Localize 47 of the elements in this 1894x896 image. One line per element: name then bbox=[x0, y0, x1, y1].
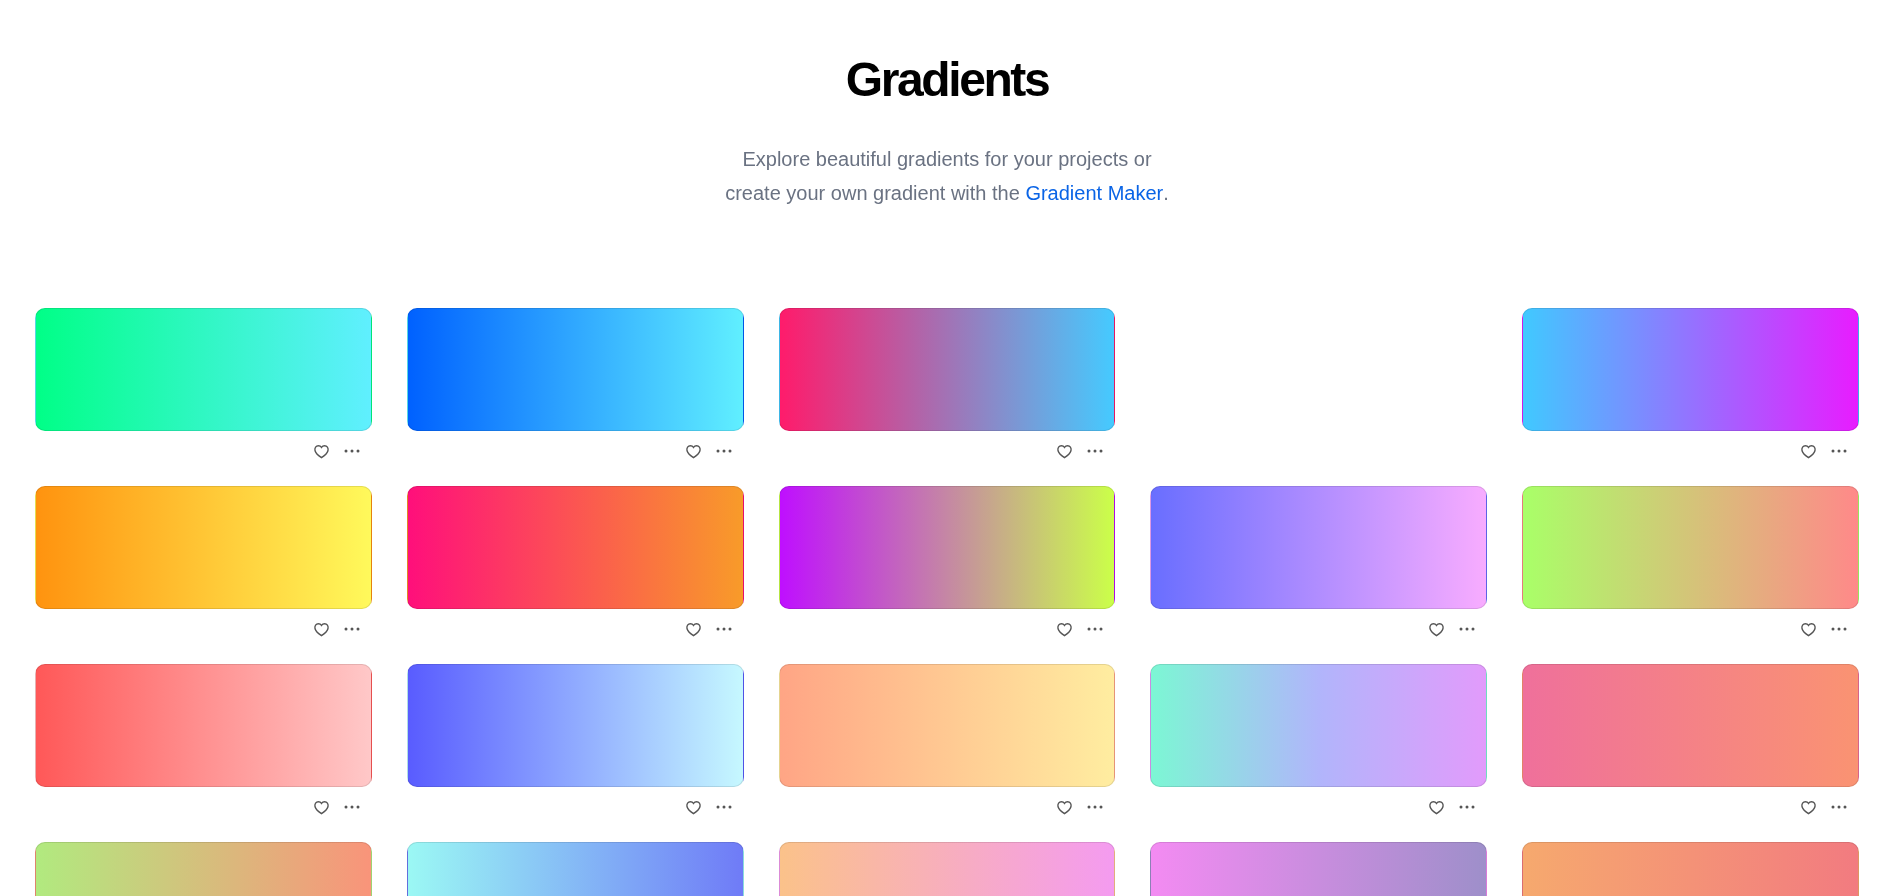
heart-icon[interactable] bbox=[312, 621, 330, 637]
gradient-swatch[interactable] bbox=[1522, 664, 1859, 787]
heart-icon[interactable] bbox=[684, 799, 702, 815]
gradient-swatch[interactable] bbox=[35, 486, 372, 609]
heart-icon[interactable] bbox=[1056, 621, 1074, 637]
gradient-swatch[interactable] bbox=[35, 664, 372, 787]
heart-icon[interactable] bbox=[1428, 799, 1446, 815]
more-icon[interactable] bbox=[1831, 449, 1847, 453]
more-icon[interactable] bbox=[715, 805, 732, 809]
heart-icon[interactable] bbox=[1428, 621, 1446, 637]
gradient-maker-link[interactable]: Gradient Maker bbox=[1025, 176, 1164, 210]
gradient-swatch[interactable] bbox=[778, 308, 1116, 431]
gradient-swatch[interactable] bbox=[778, 486, 1116, 609]
gradient-swatch[interactable] bbox=[1150, 486, 1488, 609]
heart-icon[interactable] bbox=[1800, 443, 1817, 459]
gradient-swatch[interactable] bbox=[406, 664, 744, 787]
more-icon[interactable] bbox=[343, 805, 360, 809]
heart-icon[interactable] bbox=[1056, 443, 1074, 459]
more-icon[interactable] bbox=[1087, 627, 1104, 631]
gradient-swatch[interactable] bbox=[1150, 664, 1488, 787]
gradient-swatch[interactable] bbox=[1522, 308, 1859, 431]
heart-icon[interactable] bbox=[684, 443, 702, 459]
more-icon[interactable] bbox=[715, 449, 732, 453]
period: . bbox=[1163, 181, 1169, 206]
more-icon[interactable] bbox=[343, 449, 360, 453]
heart-icon[interactable] bbox=[312, 799, 330, 815]
gradient-swatch[interactable] bbox=[35, 308, 372, 431]
gradient-swatch[interactable] bbox=[778, 664, 1116, 787]
more-icon[interactable] bbox=[343, 627, 360, 631]
heart-icon[interactable] bbox=[684, 621, 702, 637]
gradient-swatch[interactable] bbox=[1522, 486, 1859, 609]
more-icon[interactable] bbox=[1831, 805, 1847, 809]
more-icon[interactable] bbox=[1459, 627, 1476, 631]
more-icon[interactable] bbox=[1087, 805, 1104, 809]
more-icon[interactable] bbox=[715, 627, 732, 631]
heart-icon[interactable] bbox=[1056, 799, 1074, 815]
subtitle: create your own gradient with the bbox=[725, 181, 1021, 206]
heart-icon[interactable] bbox=[312, 443, 330, 459]
more-icon[interactable] bbox=[1831, 627, 1847, 631]
page-title: Gradients bbox=[845, 56, 1049, 104]
gradient-swatch[interactable] bbox=[406, 486, 744, 609]
subtitle: Explore beautiful gradients for your projects or bbox=[742, 147, 1152, 172]
more-icon[interactable] bbox=[1459, 805, 1476, 809]
more-icon[interactable] bbox=[1087, 449, 1104, 453]
gradient-swatch[interactable] bbox=[406, 308, 744, 431]
heart-icon[interactable] bbox=[1800, 621, 1817, 637]
heart-icon[interactable] bbox=[1800, 799, 1817, 815]
